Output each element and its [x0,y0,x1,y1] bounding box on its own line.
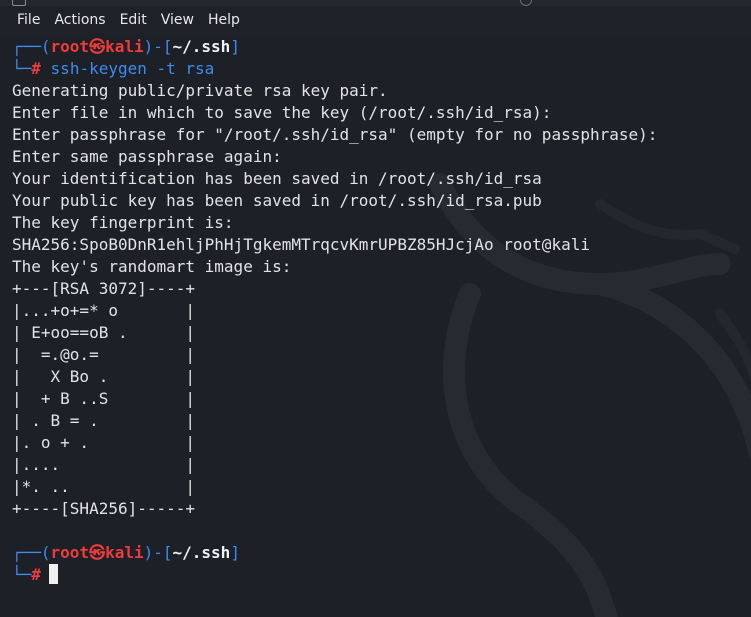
prompt-close: ] [230,543,240,562]
output-line: Enter same passphrase again: [12,147,282,166]
prompt-open: ┌──( [12,543,51,562]
menu-help[interactable]: Help [208,12,240,28]
prompt-user: root [50,543,90,562]
randomart-line: | X Bo . | [12,367,196,386]
prompt-user: root [50,37,90,56]
prompt-line-1: ┌──(root㉿kali)-[~/.ssh] [12,36,240,58]
prompt-mid: )-[ [143,543,173,562]
prompt-host: kali [105,37,144,56]
menu-actions[interactable]: Actions [54,12,105,28]
terminal-area[interactable]: ┌──(root㉿kali)-[~/.ssh] └─# ssh-keygen -… [0,34,751,617]
terminal-window: File Actions Edit View Help ┌──(root㉿kal… [0,0,751,617]
randomart-line: |. o + . | [12,433,196,452]
randomart-line: | =.@o.= | [12,345,196,364]
randomart-line: +---[RSA 3072]----+ [12,279,196,298]
prompt-path: ~/.ssh [172,543,231,562]
prompt-symbol: # [31,59,41,78]
prompt-mid: )-[ [143,37,173,56]
prompt-open: ┌──( [12,37,51,56]
prompt-symbol: # [31,565,41,584]
prompt-host: kali [105,543,144,562]
text-cursor[interactable] [48,564,58,584]
output-line: Generating public/private rsa key pair. [12,81,388,100]
prompt-at: ㉿ [89,37,106,56]
prompt-at: ㉿ [89,543,106,562]
randomart-line: |*. .. | [12,477,196,496]
output-line: Your identification has been saved in /r… [12,169,542,188]
output-line: Enter file in which to save the key (/ro… [12,103,552,122]
output-line: Enter passphrase for "/root/.ssh/id_rsa"… [12,125,658,144]
menu-edit[interactable]: Edit [120,12,147,28]
randomart-line: +----[SHA256]-----+ [12,499,196,518]
randomart-line: | . B = . | [12,411,196,430]
prompt-corner: └─ [12,59,32,78]
menu-file[interactable]: File [17,12,40,28]
randomart-line: |...+o+=* o | [12,301,196,320]
menu-bar: File Actions Edit View Help [0,6,751,34]
prompt-line-4: └─# [12,564,58,586]
fingerprint-line: SHA256:SpoB0DnR1ehljPhHjTgkemMTrqcvKmrUP… [12,235,590,254]
prompt-path: ~/.ssh [172,37,231,56]
randomart-line: |.... | [12,455,196,474]
randomart-line: | + B ..S | [12,389,196,408]
command-text: ssh-keygen -t rsa [50,59,215,78]
output-line: The key fingerprint is: [12,213,234,232]
prompt-corner: └─ [12,565,32,584]
prompt-close: ] [230,37,240,56]
prompt-line-3: ┌──(root㉿kali)-[~/.ssh] [12,542,240,564]
prompt-line-2: └─# ssh-keygen -t rsa [12,58,214,80]
menu-view[interactable]: View [161,12,194,28]
output-line: The key's randomart image is: [12,257,292,276]
output-line: Your public key has been saved in /root/… [12,191,542,210]
randomart-line: | E+oo==oB . | [12,323,196,342]
